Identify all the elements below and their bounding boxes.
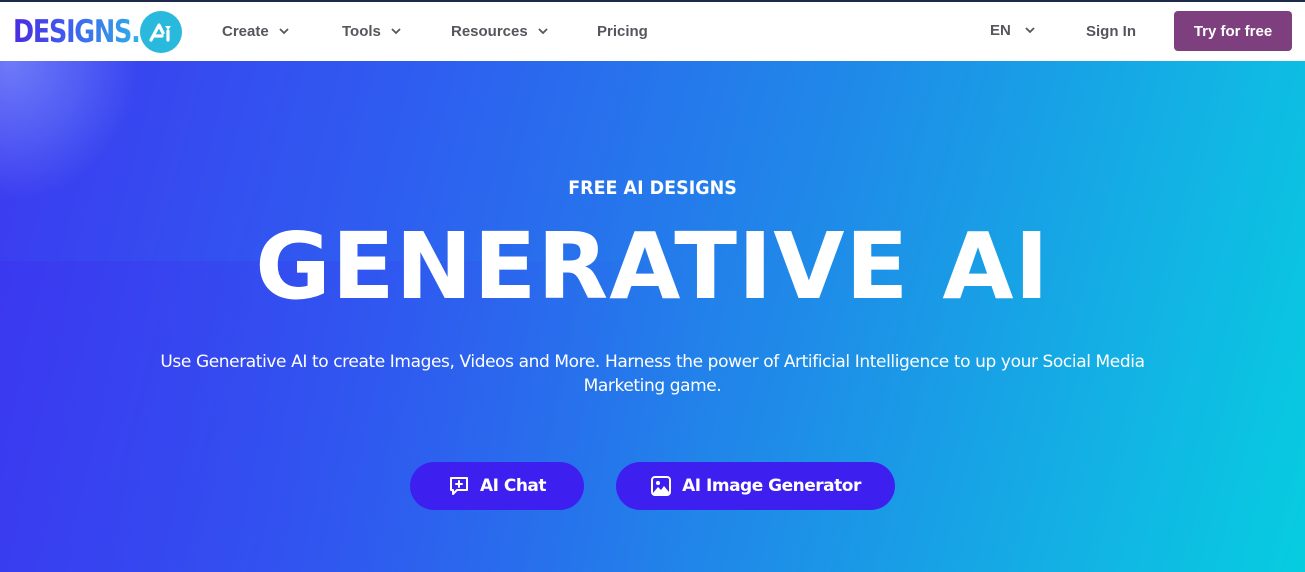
ai-chat-label: AI Chat bbox=[479, 476, 547, 496]
image-icon bbox=[650, 475, 672, 497]
ai-chat-button[interactable]: AI Chat bbox=[410, 462, 584, 510]
logo-text: DESIGNS. bbox=[13, 9, 141, 55]
logo[interactable]: DESIGNS. bbox=[13, 9, 182, 55]
nav-pricing-label: Pricing bbox=[597, 22, 648, 40]
logo-ai-badge-icon bbox=[140, 11, 182, 53]
hero-section: FREE AI DESIGNS GENERATIVE AI Use Genera… bbox=[0, 61, 1305, 572]
nav-resources-label: Resources bbox=[451, 22, 528, 40]
nav-create-label: Create bbox=[222, 22, 269, 40]
nav-tools-label: Tools bbox=[342, 22, 381, 40]
chevron-down-icon bbox=[538, 28, 548, 35]
hero-description: Use Generative AI to create Images, Vide… bbox=[160, 352, 1145, 396]
navbar: DESIGNS. Create Tools Resources Pricing … bbox=[0, 2, 1305, 61]
hero-eyebrow: FREE AI DESIGNS bbox=[568, 177, 737, 199]
sign-in-link[interactable]: Sign In bbox=[1086, 20, 1136, 42]
try-for-free-button[interactable]: Try for free bbox=[1174, 11, 1292, 51]
nav-resources[interactable]: Resources bbox=[451, 20, 548, 42]
nav-pricing[interactable]: Pricing bbox=[597, 20, 648, 42]
ai-image-generator-label: AI Image Generator bbox=[682, 476, 861, 496]
chevron-down-icon bbox=[391, 28, 401, 35]
chevron-down-icon bbox=[1025, 27, 1035, 34]
ai-image-generator-button[interactable]: AI Image Generator bbox=[616, 462, 895, 510]
chevron-down-icon bbox=[279, 28, 289, 35]
language-label: EN bbox=[990, 21, 1011, 39]
nav-create[interactable]: Create bbox=[222, 20, 289, 42]
chat-plus-icon bbox=[448, 475, 470, 497]
nav-tools[interactable]: Tools bbox=[342, 20, 401, 42]
language-selector[interactable]: EN bbox=[990, 19, 1035, 41]
hero-title: GENERATIVE AI bbox=[255, 213, 1050, 320]
